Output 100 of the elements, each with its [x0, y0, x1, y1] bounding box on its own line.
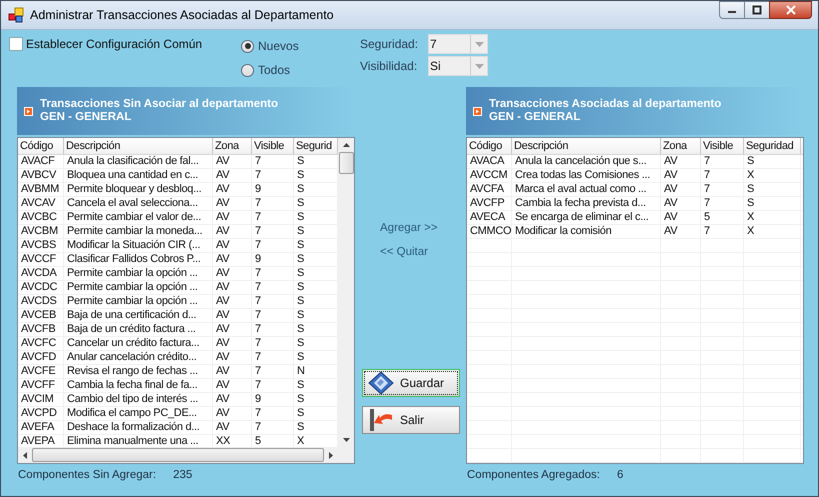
count-label: Componentes Sin Agregar: [18, 469, 156, 481]
table-cell: 7 [252, 267, 294, 280]
table-cell: AVCIM [18, 393, 64, 406]
common-config-checkbox[interactable]: Establecer Configuración Común [9, 36, 241, 52]
table-cell: Permite cambiar la opción ... [64, 295, 213, 308]
table-cell: 7 [252, 155, 294, 168]
vertical-scrollbar[interactable] [338, 138, 354, 447]
table-cell: AVCFP [467, 197, 512, 210]
table-cell: CMMCO [467, 225, 512, 238]
table-cell: 7 [252, 225, 294, 238]
table-cell: Permite cambiar la opción ... [64, 267, 213, 280]
maximize-icon [752, 5, 762, 15]
table-cell: AV [213, 407, 252, 420]
table-cell: Cancelar un crédito factura... [64, 337, 213, 350]
column-header[interactable]: Descripción [64, 138, 213, 154]
table-cell: 7 [252, 169, 294, 182]
panel-title: Transacciones Asociadas al departamento [489, 98, 722, 111]
maximize-button[interactable] [744, 1, 770, 19]
minimize-button[interactable] [719, 1, 745, 19]
field-label: Visibilidad: [360, 59, 418, 73]
transfer-link[interactable]: << Quitar [380, 246, 428, 258]
close-button[interactable] [769, 1, 812, 19]
window-title: Administrar Transacciones Asociadas al Departamento [30, 8, 335, 22]
table-cell: AVCDC [18, 281, 64, 294]
table-cell: AV [213, 183, 252, 196]
table-cell: AV [213, 351, 252, 364]
expand-icon [473, 106, 482, 116]
scroll-down-icon [342, 438, 350, 442]
table-cell: 7 [252, 309, 294, 322]
table-cell: AVCBS [18, 239, 64, 252]
count-label: Componentes Agregados: [467, 469, 600, 481]
table-cell: 7 [701, 155, 744, 168]
column-header[interactable]: Seguridad [744, 138, 801, 154]
table-cell: Bloquea una cantidad en c... [64, 169, 213, 182]
close-icon [786, 5, 796, 15]
table-cell: AV [661, 169, 701, 182]
table-cell: Permite cambiar el valor de... [64, 211, 213, 224]
table-cell: 7 [701, 169, 744, 182]
table-cell: AV [213, 239, 252, 252]
table-cell: AV [213, 421, 252, 434]
table-cell: AV [661, 197, 701, 210]
table-cell: 7 [252, 365, 294, 378]
table-cell: AVCFC [18, 337, 64, 350]
table-cell: Cambia la fecha prevista d... [512, 197, 661, 210]
table-cell: AV [213, 225, 252, 238]
table-cell: AV [213, 155, 252, 168]
filter-radio[interactable]: Todos [241, 62, 360, 78]
column-header[interactable]: Visible [701, 138, 744, 154]
table-cell: Modificar la Situación CIR (... [64, 239, 213, 252]
table-cell: AV [213, 309, 252, 322]
table-cell: AV [213, 295, 252, 308]
table-cell: AVCFB [18, 323, 64, 336]
count-value: 235 [173, 469, 192, 481]
table-cell: 9 [252, 183, 294, 196]
table-cell: Revisa el rango de fechas ... [64, 365, 213, 378]
table-cell: AVCDS [18, 295, 64, 308]
table-cell: 7 [252, 337, 294, 350]
horizontal-scrollbar[interactable] [18, 447, 354, 463]
table-cell: AV [213, 393, 252, 406]
save-button[interactable]: Guardar [362, 369, 460, 397]
panel-subtitle: GEN - GENERAL [40, 111, 132, 124]
exit-button[interactable]: Salir [362, 406, 460, 434]
table-cell: X [744, 211, 801, 224]
table-cell: AV [661, 183, 701, 196]
table-cell: Anula la clasificación de fal... [64, 155, 213, 168]
table-cell: X [744, 169, 801, 182]
table-cell: Deshace la formalización d... [64, 421, 213, 434]
table-cell: 7 [252, 323, 294, 336]
table-cell: AV [213, 197, 252, 210]
table-cell: Anular cancelación crédito... [64, 351, 213, 364]
table-cell: AV [213, 281, 252, 294]
scrollbar-thumb[interactable] [32, 448, 324, 462]
table-cell: AVCFD [18, 351, 64, 364]
table-cell: Baja de una certificación d... [64, 309, 213, 322]
filter-radio[interactable]: Nuevos [241, 38, 360, 54]
table-cell: AV [213, 169, 252, 182]
column-header[interactable]: Código [467, 138, 512, 154]
table-cell: AV [661, 155, 701, 168]
table-cell: 7 [701, 197, 744, 210]
scroll-up-icon [342, 143, 350, 147]
table-cell: 7 [252, 407, 294, 420]
table-cell: 7 [701, 183, 744, 196]
table-cell: 7 [252, 239, 294, 252]
table-cell: AV [661, 225, 701, 238]
table-cell: 7 [252, 351, 294, 364]
table-cell: AVACA [467, 155, 512, 168]
scrollbar-thumb[interactable] [338, 152, 354, 174]
column-header[interactable]: Descripción [512, 138, 661, 154]
table-cell: AVACF [18, 155, 64, 168]
column-header[interactable]: Zona [213, 138, 252, 154]
table-cell: 5 [701, 211, 744, 224]
column-header[interactable]: Código [18, 138, 64, 154]
column-header[interactable]: Visible [252, 138, 294, 154]
transfer-link[interactable]: Agregar >> [380, 222, 438, 234]
table-cell: S [744, 197, 801, 210]
table-cell: Crea todas las Comisiones ... [512, 169, 661, 182]
table-cell: Permite cambiar la moneda... [64, 225, 213, 238]
column-header[interactable]: Zona [661, 138, 701, 154]
table-cell: AV [213, 365, 252, 378]
table-cell: AVCCM [467, 169, 512, 182]
